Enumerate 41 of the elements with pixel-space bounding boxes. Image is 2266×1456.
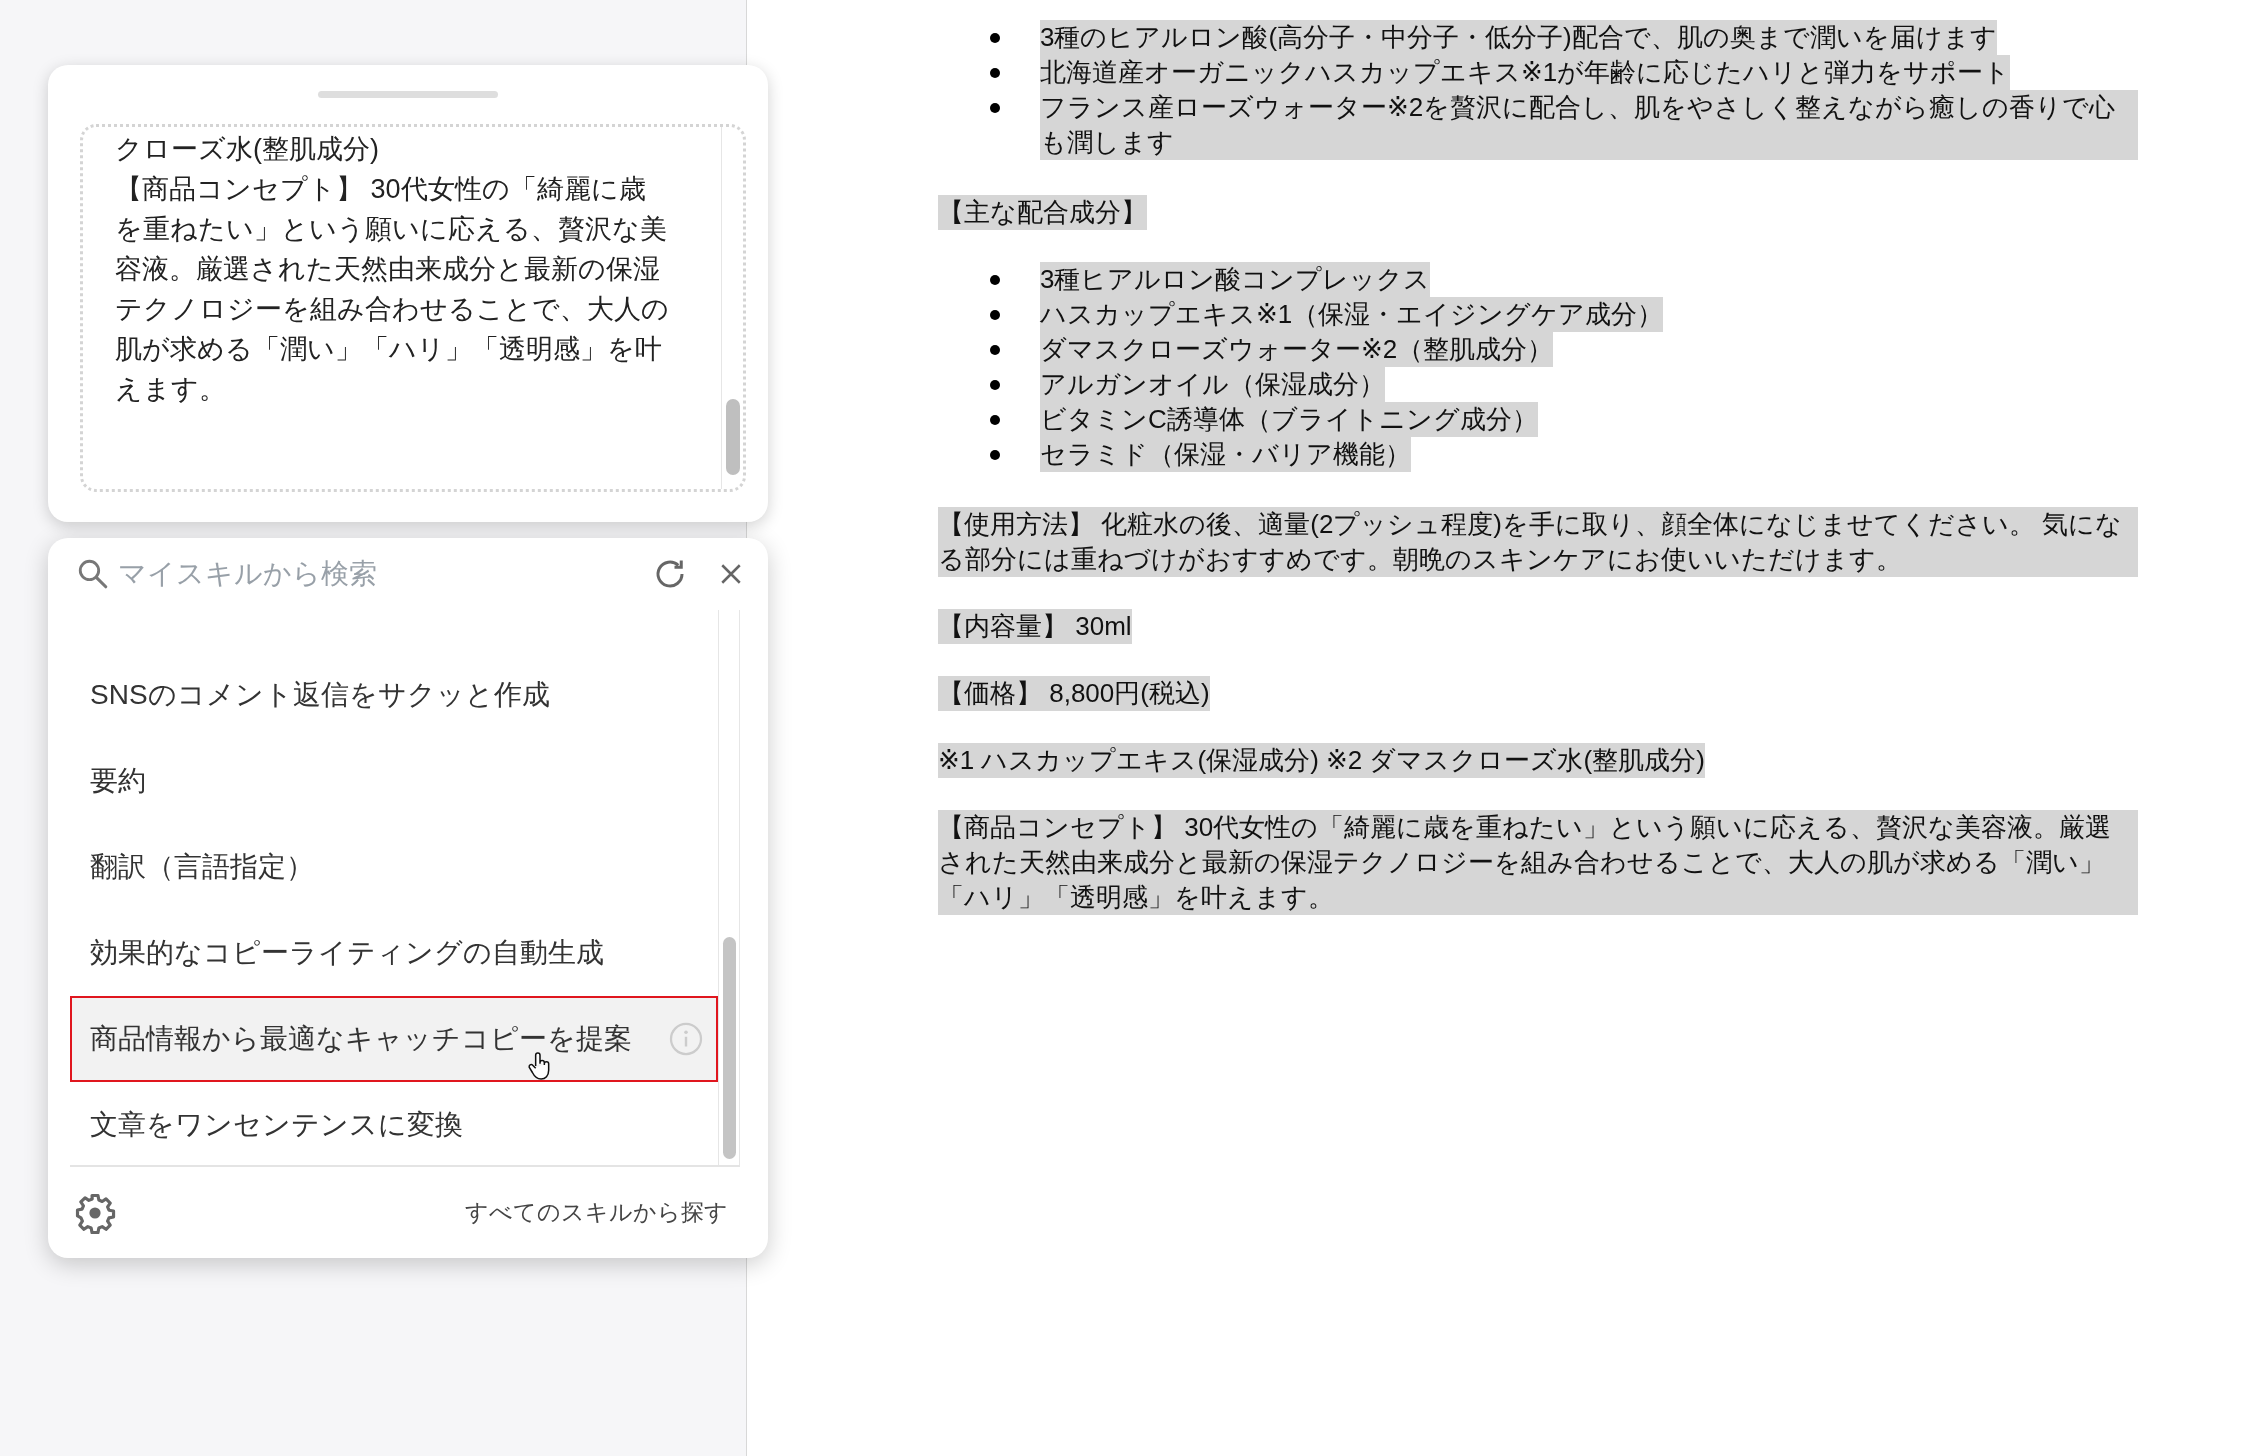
bullet-icon (990, 415, 1000, 425)
bullet-icon (990, 103, 1000, 113)
bullet-icon (990, 380, 1000, 390)
scrollbar[interactable] (721, 127, 743, 489)
list-item-text: アルガンオイル（保湿成分） (1040, 367, 1385, 402)
text-area[interactable]: クローズ水(整肌成分) 【商品コンセプト】 30代女性の「綺麗に歳を重ねたい」という願いに応える、贅沢な美容液。厳選された天然由来成分と最新の保湿テクノロジーを組み合わせることで、大人の肌が求める「潤い」「ハリ」「透明感」を叶えます。 (80, 124, 746, 492)
text-paragraph: クローズ水(整肌成分) (115, 133, 380, 166)
list-item-text: フランス産ローズウォーター※2を贅沢に配合し、肌をやさしく整えながら癒しの香りで心も潤します (1040, 90, 2138, 160)
drag-handle[interactable] (318, 91, 498, 98)
bullet-icon (990, 33, 1000, 43)
skill-item[interactable]: 要約 (70, 738, 718, 824)
text-paragraph: 【商品コンセプト】 30代女性の「綺麗に歳を重ねたい」という願いに応える、贅沢な美容液。厳選された天然由来成分と最新の保湿テクノロジーを組み合わせることで、大人の肌が求める「潤い」「ハリ」「透明感」を叶えます。 (115, 173, 670, 406)
info-icon[interactable] (668, 1021, 704, 1057)
skill-item[interactable]: SNSのコメント返信をサクッと作成 (70, 652, 718, 738)
paragraph-text: 【商品コンセプト】 30代女性の「綺麗に歳を重ねたい」という願いに応える、贅沢な美容液。厳選された天然由来成分と最新の保湿テクノロジーを組み合わせることで、大人の肌が求める「潤い」「ハリ」「透明感」を叶えます。 (938, 810, 2138, 915)
search-field[interactable]: マイスキルから検索 (118, 558, 644, 590)
bullet-icon (990, 310, 1000, 320)
settings-icon[interactable] (74, 1191, 116, 1234)
list-item-text: セラミド（保湿・バリア機能） (1040, 437, 1411, 472)
paragraph-text: 【内容量】 30ml (938, 609, 1132, 644)
bullet-icon (990, 450, 1000, 460)
skill-item[interactable]: 商品情報から最適なキャッチコピーを提案 (70, 996, 718, 1082)
paragraph-text: 【価格】 8,800円(税込) (938, 676, 1210, 711)
scrollbar[interactable] (718, 610, 740, 1165)
all-skills-link[interactable]: すべてのスキルから探す (465, 1197, 728, 1228)
skill-item[interactable]: 効果的なコピーライティングの自動生成 (70, 910, 718, 996)
list-item-text: 3種ヒアルロン酸コンプレックス (1040, 262, 1431, 297)
paragraph-text: 【使用方法】 化粧水の後、適量(2プッシュ程度)を手に取り、顔全体になじませてください。 気になる部分には重ねづけがおすすめです。朝晩のスキンケアにお使いいただけます。 (938, 507, 2138, 577)
skill-item[interactable]: 翻訳（言語指定） (70, 824, 718, 910)
paragraph-text: 【主な配合成分】 (938, 195, 1147, 230)
bullet-icon (990, 345, 1000, 355)
bullet-icon (990, 275, 1000, 285)
bullet-icon (990, 68, 1000, 78)
skill-item[interactable]: 文章をワンセンテンスに変換 (70, 1082, 718, 1165)
list-item-text: ダマスクローズウォーター※2（整肌成分） (1040, 332, 1554, 367)
list-item-text: 3種のヒアルロン酸(高分子・中分子・低分子)配合で、肌の奥まで潤いを届けます (1040, 20, 1997, 55)
search-icon (76, 557, 110, 591)
paragraph-text: ※1 ハスカップエキス(保湿成分) ※2 ダマスクローズ水(整肌成分) (938, 743, 1705, 778)
list-item-text: ハスカップエキス※1（保湿・エイジングケア成分） (1040, 297, 1664, 332)
list-item-text: ビタミンC誘導体（ブライトニング成分） (1040, 402, 1538, 437)
list-item-text: 北海道産オーガニックハスカップエキス※1が年齢に応じたハリと弾力をサポート (1040, 55, 2011, 90)
